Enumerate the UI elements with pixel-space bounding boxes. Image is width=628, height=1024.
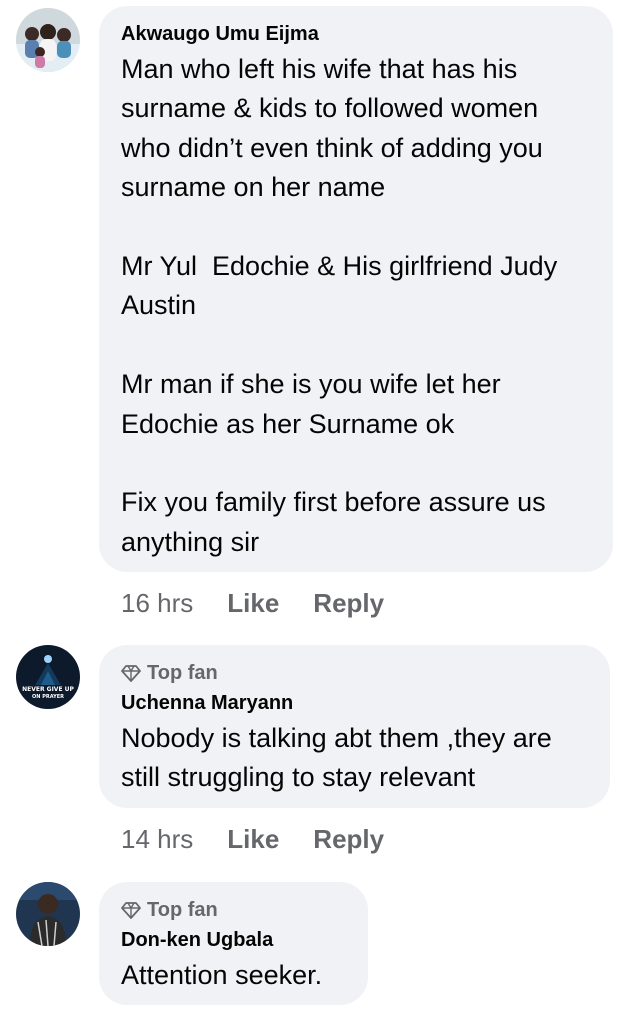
- comment-actions: 14 hrs Like Reply: [121, 822, 418, 856]
- diamond-icon: [121, 665, 141, 682]
- comment-author[interactable]: Akwaugo Umu Eijma: [121, 20, 591, 48]
- top-fan-badge: Top fan: [121, 896, 346, 924]
- comment-actions: 16 hrs Like Reply: [121, 586, 418, 620]
- comment-text: Attention seeker.: [121, 960, 323, 990]
- avatar[interactable]: NEVER GIVE UP ON PRAYER: [16, 645, 80, 709]
- avatar-caption-line1: NEVER GIVE UP: [22, 686, 74, 693]
- never-give-up-avatar-icon: NEVER GIVE UP ON PRAYER: [16, 645, 80, 709]
- comment-bubble: Top fan Don-ken Ugbala Attention seeker.: [99, 882, 368, 1005]
- comment-author[interactable]: Uchenna Maryann: [121, 689, 588, 717]
- comment-text: Nobody is talking abt them ,they are sti…: [121, 723, 560, 793]
- family-photo-avatar-icon: [16, 8, 80, 72]
- reply-button[interactable]: Reply: [313, 824, 384, 855]
- like-button[interactable]: Like: [227, 824, 279, 855]
- diamond-icon: [121, 902, 141, 919]
- top-fan-badge: Top fan: [121, 659, 588, 687]
- badge-label: Top fan: [147, 661, 218, 684]
- comment-timestamp[interactable]: 16 hrs: [121, 588, 193, 619]
- comment-author[interactable]: Don-ken Ugbala: [121, 926, 346, 954]
- avatar[interactable]: [16, 8, 80, 72]
- person-avatar-icon: [16, 882, 80, 946]
- avatar[interactable]: [16, 882, 80, 946]
- avatar-caption-line2: ON PRAYER: [32, 694, 64, 700]
- reply-button[interactable]: Reply: [313, 588, 384, 619]
- comment-thread: Akwaugo Umu Eijma Man who left his wife …: [0, 0, 628, 1024]
- badge-label: Top fan: [147, 898, 218, 921]
- comment-bubble: Top fan Uchenna Maryann Nobody is talkin…: [99, 645, 610, 808]
- comment-timestamp[interactable]: 14 hrs: [121, 824, 193, 855]
- comment-bubble: Akwaugo Umu Eijma Man who left his wife …: [99, 6, 613, 572]
- like-button[interactable]: Like: [227, 588, 279, 619]
- comment-text: Man who left his wife that has his surna…: [121, 54, 558, 557]
